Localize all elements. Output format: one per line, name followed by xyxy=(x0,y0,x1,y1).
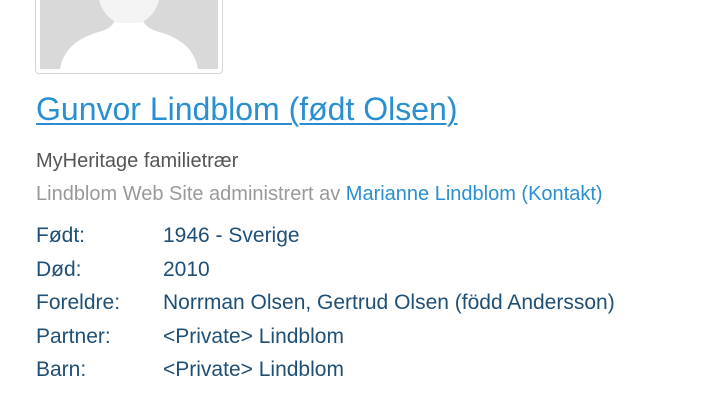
fact-row-parents: Foreldre: Norrman Olsen, Gertrud Olsen (f… xyxy=(36,289,615,323)
fact-row-death: Død: 2010 xyxy=(36,256,615,290)
profile-photo[interactable] xyxy=(35,0,223,74)
fact-label: Partner: xyxy=(36,324,111,348)
fact-value: 2010 xyxy=(163,257,210,281)
site-prefix: Lindblom Web Site administrert av xyxy=(36,183,341,205)
source-title: MyHeritage familietrær xyxy=(36,150,239,172)
site-info: Lindblom Web Site administrert av Marian… xyxy=(36,181,603,207)
fact-value: <Private> Lindblom xyxy=(163,358,344,381)
fact-label: Foreldre: xyxy=(36,291,121,314)
search-result-card: Gunvor Lindblom (født Olsen) MyHeritage … xyxy=(0,0,711,406)
fact-label: Død: xyxy=(36,257,82,281)
fact-label: Barn: xyxy=(36,358,87,381)
fact-label: Født: xyxy=(36,224,86,247)
silhouette-placeholder-icon xyxy=(40,0,218,69)
fact-row-birth: Født: 1946 - Sverige xyxy=(36,222,615,256)
fact-list: Født: 1946 - Sverige Død: 2010 Foreldre: No… xyxy=(36,222,615,390)
profile-name-link[interactable]: Gunvor Lindblom (født Olsen) xyxy=(36,89,458,129)
site-manager-link[interactable]: Marianne Lindblom (Kontakt) xyxy=(346,183,603,205)
fact-value: 1946 - Sverige xyxy=(163,224,300,247)
fact-row-partner: Partner: <Private> Lindblom xyxy=(36,323,615,357)
fact-value: <Private> Lindblom xyxy=(163,324,344,348)
fact-value: Norrman Olsen, Gertrud Olsen (född Ander… xyxy=(163,291,615,314)
fact-row-children: Barn: <Private> Lindblom xyxy=(36,356,615,390)
